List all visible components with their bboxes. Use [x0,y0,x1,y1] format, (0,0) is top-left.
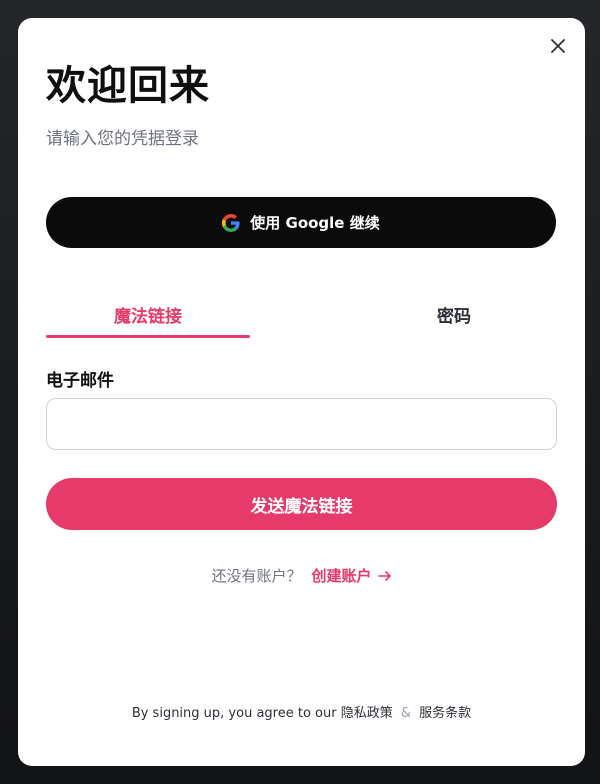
privacy-policy-link[interactable]: 隐私政策 [341,706,393,721]
footer-prefix: By signing up, you agree to our [131,706,337,721]
signup-prompt: 还没有账户？ 创建账户 [46,565,557,586]
google-signin-button[interactable]: 使用 Google 继续 [46,197,556,248]
email-label: 电子邮件 [46,371,114,391]
auth-tabs: 魔法链接 密码 [46,302,556,338]
create-account-link[interactable]: 创建账户 [312,565,392,586]
active-tab-indicator [46,335,250,338]
tab-password[interactable]: 密码 [352,302,556,338]
arrow-right-icon [377,570,391,581]
google-icon [222,213,240,232]
close-icon [551,39,565,53]
create-account-label: 创建账户 [311,567,372,585]
footer-ampersand: & [400,706,412,721]
legal-footer: By signing up, you agree to our 隐私政策 & 服… [46,702,557,721]
page-title: 欢迎回来 [46,63,210,109]
tab-magic-link[interactable]: 魔法链接 [46,302,250,338]
terms-of-service-link[interactable]: 服务条款 [419,706,471,721]
google-signin-label: 使用 Google 继续 [250,214,380,232]
send-magic-link-button[interactable]: 发送魔法链接 [46,478,557,530]
login-modal: 欢迎回来 请输入您的凭据登录 使用 Google 继续 魔法链接 密码 电子邮件… [18,18,585,766]
signup-question: 还没有账户？ [211,567,302,585]
close-button[interactable] [546,34,570,58]
page-subtitle: 请输入您的凭据登录 [46,129,199,149]
email-input[interactable] [46,398,557,450]
